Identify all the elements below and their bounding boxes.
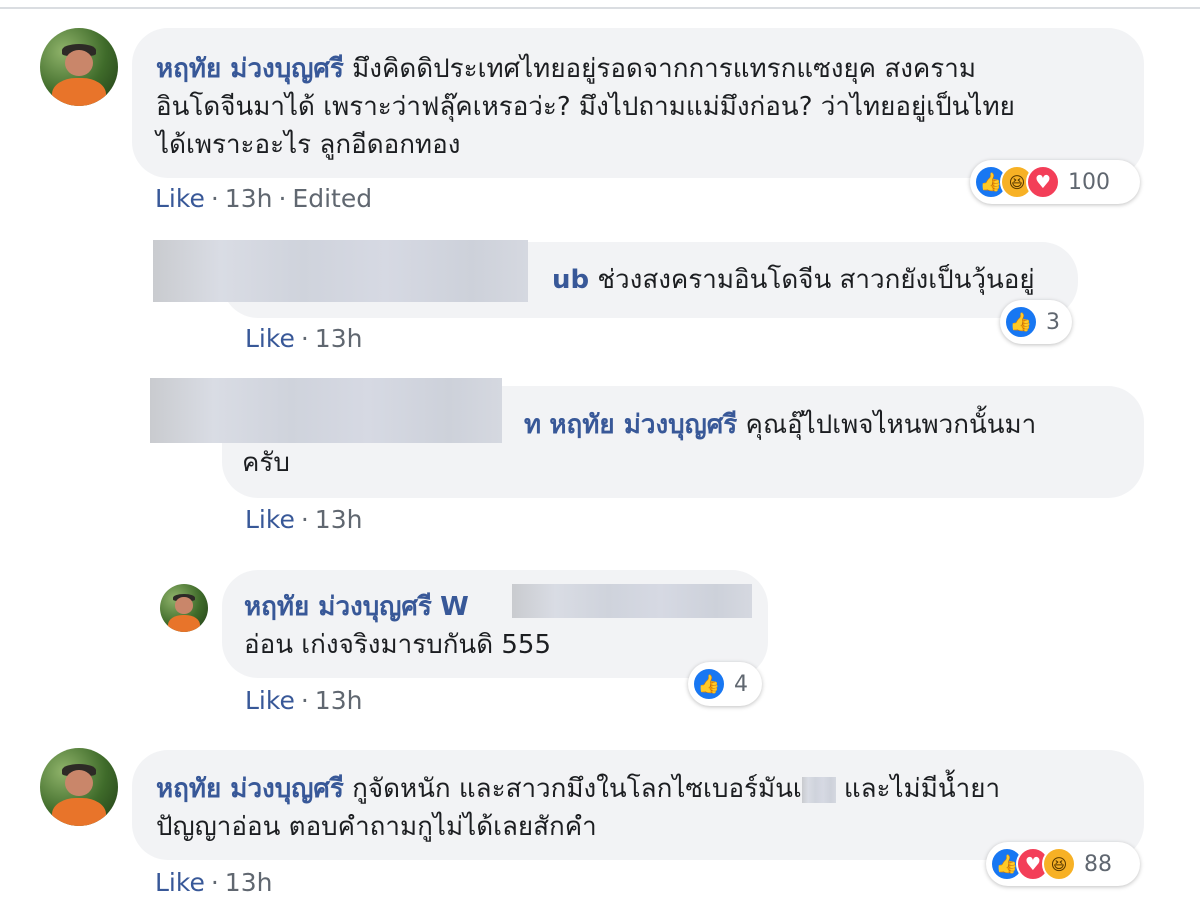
- like-button[interactable]: Like: [245, 505, 295, 534]
- redacted-word-block: [801, 776, 836, 803]
- avatar[interactable]: [40, 28, 118, 106]
- edited-label[interactable]: Edited: [292, 184, 372, 213]
- mention-link[interactable]: W: [440, 592, 469, 622]
- comment-timestamp[interactable]: 13h: [315, 324, 363, 353]
- reaction-count: 88: [1084, 851, 1112, 877]
- like-reaction-icon: 👍: [692, 667, 726, 701]
- comment-bubble: หฤทัย ม่วงบุญศรี มึงคิดดิประเทศไทยอยู่รอ…: [132, 28, 1144, 178]
- like-reaction-icon: 👍: [1004, 305, 1038, 339]
- comment-actions: Like · 13h: [155, 868, 273, 897]
- comment-timestamp[interactable]: 13h: [225, 868, 273, 897]
- comment-author[interactable]: หฤทัย ม่วงบุญศรี: [156, 54, 344, 84]
- reaction-count: 4: [734, 671, 748, 697]
- comment-text: หฤทัย ม่วงบุญศรี มึงคิดดิประเทศไทยอยู่รอ…: [156, 54, 1015, 160]
- reply-actions: Like · 13h: [245, 686, 363, 715]
- comment-bubble: หฤทัย ม่วงบุญศรี กูจัดหนัก และสาวกมึงในโ…: [132, 750, 1144, 860]
- love-reaction-icon: ♥: [1026, 165, 1060, 199]
- mention-link[interactable]: หฤทัย ม่วงบุญศรี: [549, 410, 737, 440]
- avatar[interactable]: [40, 748, 118, 826]
- comment-author[interactable]: หฤทัย ม่วงบุญศรี: [244, 592, 432, 622]
- reaction-summary[interactable]: 👍 😆 ♥ 100: [970, 160, 1140, 204]
- reply-actions: Like · 13h: [245, 324, 363, 353]
- comment-author[interactable]: หฤทัย ม่วงบุญศรี: [156, 774, 344, 804]
- reaction-summary[interactable]: 👍 ♥ 😆 88: [986, 842, 1140, 886]
- comment-timestamp[interactable]: 13h: [225, 184, 273, 213]
- reaction-summary[interactable]: 👍 3: [1000, 300, 1072, 344]
- haha-reaction-icon: 😆: [1042, 847, 1076, 881]
- reaction-count: 3: [1046, 309, 1060, 335]
- reply-author-tail[interactable]: ท: [524, 410, 541, 440]
- like-button[interactable]: Like: [245, 686, 295, 715]
- reaction-count: 100: [1068, 169, 1110, 195]
- redacted-mention-block: [512, 584, 752, 618]
- redacted-name-block: [150, 378, 502, 443]
- avatar[interactable]: [160, 584, 208, 632]
- reply-actions: Like · 13h: [245, 505, 363, 534]
- top-divider: [0, 7, 1200, 9]
- reply-author-tail[interactable]: ub: [552, 265, 589, 295]
- like-button[interactable]: Like: [155, 868, 205, 897]
- redacted-name-block: [153, 240, 528, 302]
- like-button[interactable]: Like: [155, 184, 205, 213]
- like-button[interactable]: Like: [245, 324, 295, 353]
- comment-actions: Like · 13h · Edited: [155, 184, 373, 213]
- comment-timestamp[interactable]: 13h: [315, 505, 363, 534]
- reaction-summary[interactable]: 👍 4: [688, 662, 762, 706]
- comment-timestamp[interactable]: 13h: [315, 686, 363, 715]
